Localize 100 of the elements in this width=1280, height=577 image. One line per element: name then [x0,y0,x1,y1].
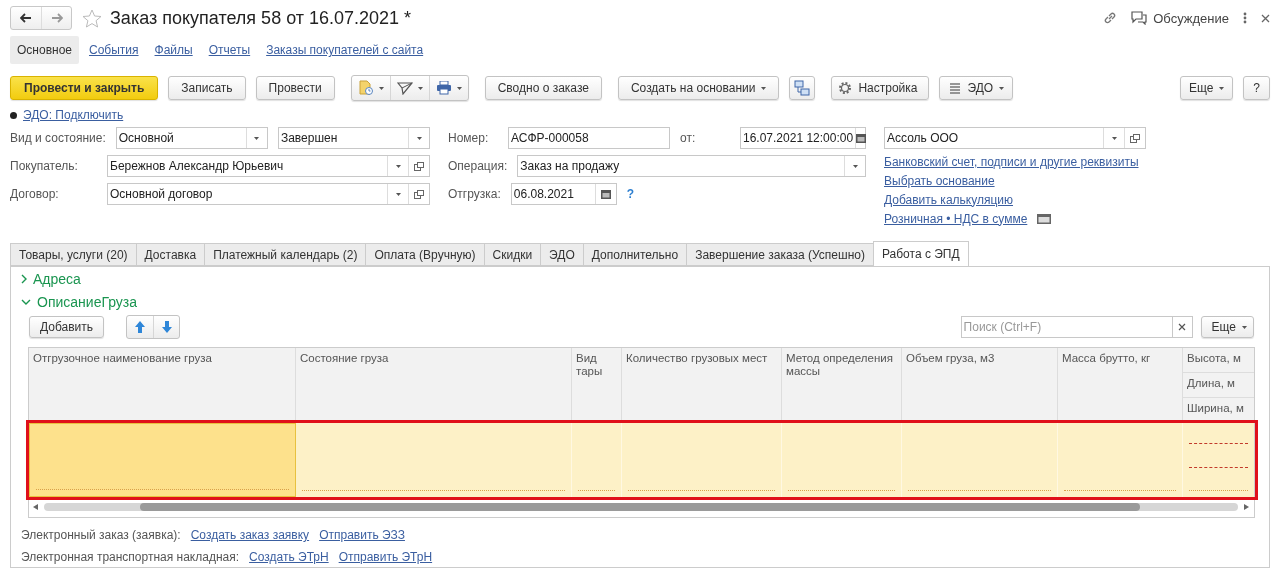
settings-button[interactable]: Настройка [831,76,929,100]
group-header[interactable]: Адреса [21,267,81,290]
back-arrow-icon [20,13,32,23]
caret-icon [1111,136,1117,140]
more-options-icon[interactable] [1243,12,1247,24]
tab[interactable]: Платежный календарь (2) [204,243,366,266]
paper-plane-icon [396,81,413,95]
form-link[interactable]: Розничная • НДС в сумме [884,211,1028,226]
select-field[interactable]: Завершен [277,127,430,149]
forward-arrow-icon [50,13,63,23]
menu-button[interactable]: Создать на основании [617,76,780,100]
select-field[interactable]: Основной договор [107,183,430,205]
column-header: Количество грузовых мест [622,348,782,423]
table-cell[interactable] [1183,447,1254,473]
window-title: Заказ покупателя 58 от 16.07.2021 * [110,7,412,29]
nav-tab[interactable]: Файлы [148,37,199,63]
field-label: Номер: [448,131,490,145]
discussion-button[interactable]: Обсуждение [1131,10,1229,26]
post-and-close-button[interactable]: Провести и закрыть [10,76,159,100]
column-header: Объем груза, м3 [902,348,1058,423]
chevron-right-icon [21,273,27,284]
caret-icon [1242,325,1247,329]
caret-icon [254,136,260,140]
column-header: Масса брутто, кг [1058,348,1183,423]
group-header[interactable]: ОписаниеГруза [21,290,138,313]
caret-icon [416,136,422,140]
footer-link[interactable]: Создать ЭТрН [249,550,329,564]
field-label: Вид и состояние: [10,131,106,145]
field-label: Отгрузка: [448,187,501,201]
column-header: Высота, м [1183,348,1254,373]
toolbar-button[interactable]: Сводно о заказе [484,76,602,100]
caret-icon [395,164,401,168]
clear-button[interactable] [1172,316,1193,338]
calendar-icon[interactable] [856,133,867,143]
footer-label: Электронный заказ (заявка): [21,528,181,542]
table-cell[interactable] [29,423,296,497]
table-cell[interactable] [1183,423,1254,448]
menu-button[interactable]: Еще [1179,76,1234,100]
select-field[interactable]: Заказ на продажу [517,155,866,177]
footer-link[interactable]: Отправить ЭЗЗ [319,528,405,542]
column-header: Отгрузочное наименование груза [29,348,296,423]
nav-tab[interactable]: События [83,37,145,63]
arrow-up-icon [134,320,147,334]
select-field[interactable]: Ассоль ООО [884,127,1146,149]
footer-link[interactable]: Создать заказ заявку [190,528,310,542]
more-menu-button[interactable]: Еще [1200,316,1254,338]
caret-icon [395,192,401,196]
printer-icon [435,81,452,95]
field-label: Операция: [448,159,508,173]
tab[interactable]: Скидки [483,243,541,266]
chevron-down-icon [21,298,31,305]
column-header: Метод определения массы [782,348,902,423]
close-icon [1178,323,1187,331]
toolbar-button[interactable]: Провести [255,76,335,100]
select-field[interactable]: Бережнов Александр Юрьевич [107,155,430,177]
caret-icon [999,86,1005,90]
caret-icon [761,86,767,90]
speech-bubbles-icon [1131,11,1148,25]
tab[interactable]: Товары, услуги (20) [10,243,136,266]
tab[interactable]: Завершение заказа (Успешно) [686,243,873,266]
edo-menu-button[interactable]: ЭДО [938,76,1014,100]
open-window-icon[interactable] [414,189,424,199]
star-icon[interactable] [82,8,102,28]
table-cell[interactable] [1183,472,1254,497]
footer-label: Электронная транспортная накладная: [21,550,240,564]
status-dot [10,111,17,119]
column-header: Длина, м [1183,373,1254,398]
card-icon[interactable] [1037,213,1052,224]
calendar-icon[interactable] [600,189,611,199]
nav-tab[interactable]: Заказы покупателей с сайта [260,37,430,63]
tab[interactable]: Доставка [135,243,205,266]
search-field[interactable]: Поиск (Ctrl+F) [960,316,1173,338]
nav-tab[interactable]: Основное [10,36,79,64]
date-field[interactable]: 16.07.2021 12:00:00 [740,127,866,149]
structure-button[interactable] [789,76,816,100]
tab[interactable]: ЭДО [540,243,583,266]
close-icon[interactable] [1261,13,1270,23]
settings-icon [838,81,853,95]
horizontal-scrollbar[interactable] [33,503,1249,511]
tab[interactable]: Дополнительно [582,243,687,266]
date-field[interactable]: 06.08.2021 [510,183,617,205]
edo-connect-link[interactable]: ЭДО: Подключить [23,108,124,122]
open-window-icon[interactable] [414,161,424,171]
open-window-icon[interactable] [1130,133,1140,143]
select-field[interactable]: Основной [115,127,268,149]
form-link[interactable]: Добавить калькуляцию [884,192,1013,207]
form-link[interactable]: Выбрать основание [884,173,995,188]
toolbar-button[interactable]: Записать [168,76,246,100]
date-label: от: [680,131,697,145]
link-icon[interactable] [1103,11,1118,25]
help-button[interactable]: ? [1243,76,1270,100]
tab[interactable]: Оплата (Вручную) [365,243,484,266]
form-link[interactable]: Банковский счет, подписи и другие реквизиты [884,154,1139,169]
footer-link[interactable]: Отправить ЭТрН [338,550,433,564]
input-field[interactable]: АСФР-000058 [508,127,670,149]
nav-tab[interactable]: Отчеты [202,37,257,63]
help-link[interactable]: ? [626,187,635,201]
linked-documents-icon [794,80,811,96]
tab[interactable]: Работа с ЭПД [872,241,969,266]
add-button[interactable]: Добавить [29,316,105,338]
